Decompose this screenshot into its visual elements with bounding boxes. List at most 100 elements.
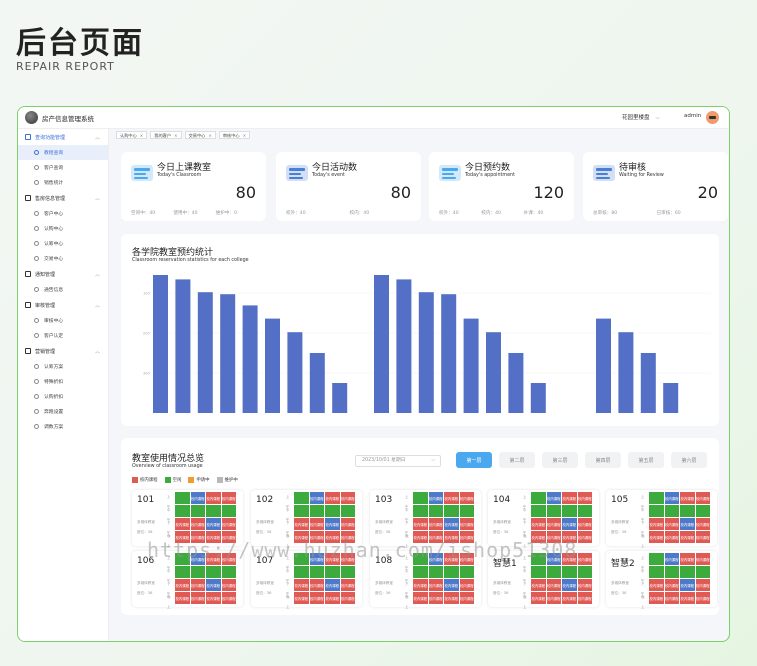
schedule-cell[interactable]: 校内课程 xyxy=(664,579,679,591)
floor-tab[interactable]: 第二层 xyxy=(499,452,535,468)
sidebar-item[interactable]: 奔跑设置 xyxy=(18,404,108,419)
schedule-cell[interactable]: 校内课程 xyxy=(190,592,205,604)
schedule-cell[interactable]: 校内课程 xyxy=(309,518,324,530)
room-card[interactable]: 105 多媒体教室 座位：36 上午 中午 下午 晚上 校内课程 校内课程 校内课程 校内课程 校内课… xyxy=(606,490,717,548)
schedule-cell[interactable] xyxy=(649,505,664,517)
schedule-cell[interactable] xyxy=(695,505,710,517)
schedule-cell[interactable]: 校内课程 xyxy=(206,592,221,604)
schedule-cell[interactable] xyxy=(294,566,309,578)
schedule-cell[interactable]: 校内课程 xyxy=(221,492,236,504)
schedule-cell[interactable]: 校内课程 xyxy=(206,518,221,530)
schedule-cell[interactable]: 校内课程 xyxy=(325,518,340,530)
schedule-cell[interactable]: 校内课程 xyxy=(190,492,205,504)
schedule-cell[interactable] xyxy=(340,505,355,517)
schedule-cell[interactable]: 校内课程 xyxy=(175,579,190,591)
sidebar-item[interactable]: 特殊折扣 xyxy=(18,374,108,389)
schedule-cell[interactable] xyxy=(206,566,221,578)
schedule-cell[interactable]: 校内课程 xyxy=(413,592,428,604)
close-icon[interactable]: × xyxy=(208,132,212,139)
schedule-cell[interactable]: 校内课程 xyxy=(649,518,664,530)
schedule-cell[interactable]: 校内课程 xyxy=(459,492,474,504)
schedule-cell[interactable] xyxy=(649,492,664,504)
schedule-cell[interactable] xyxy=(428,566,443,578)
page-tab[interactable]: 认购中心 × xyxy=(116,131,148,139)
schedule-cell[interactable] xyxy=(649,553,664,565)
schedule-cell[interactable]: 校内课程 xyxy=(577,592,592,604)
schedule-cell[interactable]: 校内课程 xyxy=(309,592,324,604)
schedule-cell[interactable]: 校内课程 xyxy=(577,553,592,565)
schedule-cell[interactable] xyxy=(562,505,577,517)
sidebar-item[interactable]: 调数方案 xyxy=(18,419,108,434)
sidebar-item[interactable]: 认购中心 xyxy=(18,221,108,236)
schedule-cell[interactable]: 校内课程 xyxy=(459,579,474,591)
sidebar-group[interactable]: 查询功能管理 ︿ xyxy=(18,129,108,145)
sidebar-item[interactable]: 客户查询 xyxy=(18,160,108,175)
schedule-cell[interactable]: 校内课程 xyxy=(340,518,355,530)
sidebar-item[interactable]: 销售统计 xyxy=(18,175,108,190)
close-icon[interactable]: × xyxy=(243,132,247,139)
schedule-cell[interactable]: 校内课程 xyxy=(680,579,695,591)
sidebar-item[interactable]: 通告信息 xyxy=(18,282,108,297)
schedule-cell[interactable]: 校内课程 xyxy=(546,518,561,530)
sidebar-item[interactable]: 客户中心 xyxy=(18,206,108,221)
schedule-cell[interactable]: 校内课程 xyxy=(531,592,546,604)
schedule-cell[interactable]: 校内课程 xyxy=(206,579,221,591)
schedule-cell[interactable]: 校内课程 xyxy=(325,579,340,591)
schedule-cell[interactable]: 校内课程 xyxy=(294,579,309,591)
schedule-cell[interactable]: 校内课程 xyxy=(546,492,561,504)
sidebar-item[interactable]: 认筹方案 xyxy=(18,359,108,374)
page-tab[interactable]: 审核中心 × xyxy=(218,131,251,139)
schedule-cell[interactable]: 校内课程 xyxy=(190,579,205,591)
sidebar-item[interactable]: 交易中心 xyxy=(18,251,108,266)
schedule-cell[interactable]: 校内课程 xyxy=(664,531,679,543)
schedule-cell[interactable]: 校内课程 xyxy=(546,592,561,604)
schedule-cell[interactable] xyxy=(680,566,695,578)
date-picker[interactable]: 2023/10/01 星期日 ⌵ xyxy=(355,455,441,467)
schedule-cell[interactable] xyxy=(649,566,664,578)
schedule-cell[interactable] xyxy=(531,505,546,517)
schedule-cell[interactable]: 校内课程 xyxy=(695,518,710,530)
schedule-cell[interactable]: 校内课程 xyxy=(309,579,324,591)
schedule-cell[interactable]: 校内课程 xyxy=(221,518,236,530)
schedule-cell[interactable] xyxy=(444,505,459,517)
schedule-cell[interactable] xyxy=(577,505,592,517)
schedule-cell[interactable]: 校内课程 xyxy=(695,492,710,504)
schedule-cell[interactable]: 校内课程 xyxy=(695,531,710,543)
schedule-cell[interactable]: 校内课程 xyxy=(206,492,221,504)
schedule-cell[interactable]: 校内课程 xyxy=(680,592,695,604)
schedule-cell[interactable]: 校内课程 xyxy=(428,592,443,604)
schedule-cell[interactable]: 校内课程 xyxy=(664,592,679,604)
close-icon[interactable]: × xyxy=(140,132,144,139)
schedule-cell[interactable]: 校内课程 xyxy=(546,579,561,591)
room-card[interactable]: 智慧2 多媒体教室 座位：36 上午 中午 下午 晚上 校内课程 校内课程 校内课程 校内课程 校内课… xyxy=(606,551,717,609)
schedule-cell[interactable] xyxy=(577,566,592,578)
schedule-cell[interactable]: 校内课程 xyxy=(577,531,592,543)
schedule-cell[interactable] xyxy=(546,566,561,578)
schedule-cell[interactable]: 校内课程 xyxy=(695,553,710,565)
schedule-cell[interactable]: 校内课程 xyxy=(695,579,710,591)
floor-tab[interactable]: 第一层 xyxy=(456,452,492,468)
sidebar-group[interactable]: 通知管理 ︿ xyxy=(18,266,108,282)
floor-tab[interactable]: 第六层 xyxy=(671,452,707,468)
schedule-cell[interactable]: 校内课程 xyxy=(664,518,679,530)
user-name[interactable]: admin xyxy=(684,113,701,119)
schedule-cell[interactable] xyxy=(340,566,355,578)
sidebar-item[interactable]: 审核中心 xyxy=(18,313,108,328)
schedule-cell[interactable]: 校内课程 xyxy=(444,518,459,530)
schedule-cell[interactable] xyxy=(664,566,679,578)
schedule-cell[interactable] xyxy=(546,505,561,517)
schedule-cell[interactable]: 校内课程 xyxy=(413,518,428,530)
schedule-cell[interactable] xyxy=(221,505,236,517)
schedule-cell[interactable]: 校内课程 xyxy=(680,531,695,543)
schedule-cell[interactable]: 校内课程 xyxy=(562,518,577,530)
schedule-cell[interactable]: 校内课程 xyxy=(309,492,324,504)
schedule-cell[interactable]: 校内课程 xyxy=(577,579,592,591)
schedule-cell[interactable] xyxy=(221,566,236,578)
schedule-cell[interactable]: 校内课程 xyxy=(221,579,236,591)
schedule-cell[interactable] xyxy=(562,566,577,578)
sidebar-item[interactable]: 认筹中心 xyxy=(18,236,108,251)
sidebar-item[interactable]: 教程查询 xyxy=(18,145,108,160)
schedule-cell[interactable] xyxy=(459,505,474,517)
schedule-cell[interactable]: 校内课程 xyxy=(294,592,309,604)
schedule-cell[interactable]: 校内课程 xyxy=(325,492,340,504)
